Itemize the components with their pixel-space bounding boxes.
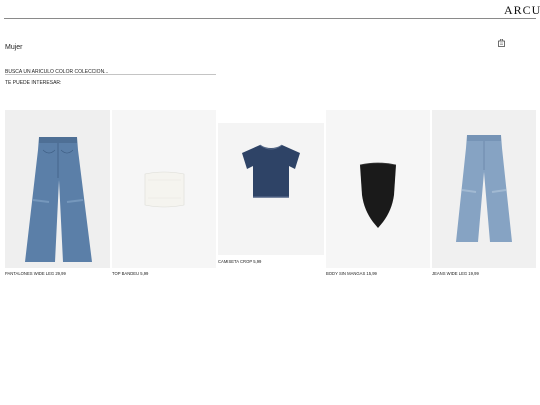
product-caption[interactable]: TOP BANDEU 5,99 [112,271,148,276]
brand-logo[interactable]: ARCUX [504,2,540,18]
product-image[interactable] [218,123,324,255]
product-caption[interactable]: CAMISETA CROP 5,99 [218,259,261,264]
product-card[interactable]: BODY SIN MANGAS 15,99 [326,110,430,280]
search-field[interactable] [5,60,216,79]
section-title: Mujer [5,44,23,51]
product-card[interactable]: CAMISETA CROP 5,99 [218,123,324,268]
bandeau-top-image [112,110,216,268]
suggestions-label: TE PUEDE INTERESAR: [5,80,62,86]
product-caption[interactable]: PANTALONES WIDE LEG 29,99 [5,271,66,276]
search-underline [5,74,216,75]
shopping-bag-icon[interactable] [498,39,505,47]
product-caption[interactable]: JEANS WIDE LEG 19,99 [432,271,479,276]
product-image[interactable] [5,110,110,268]
crop-tshirt-image [218,123,324,255]
strapless-bodysuit-image [326,110,430,268]
header-divider [4,18,536,19]
product-image[interactable] [112,110,216,268]
wide-leg-jeans-image [432,110,536,268]
product-caption[interactable]: BODY SIN MANGAS 15,99 [326,271,377,276]
product-card[interactable]: PANTALONES WIDE LEG 29,99 [5,110,110,280]
product-image[interactable] [326,110,430,268]
product-image[interactable] [432,110,536,268]
product-card[interactable]: JEANS WIDE LEG 19,99 [432,110,536,280]
wide-leg-jeans-image [5,110,110,268]
product-card[interactable]: TOP BANDEU 5,99 [112,110,216,280]
search-input[interactable] [5,65,216,79]
